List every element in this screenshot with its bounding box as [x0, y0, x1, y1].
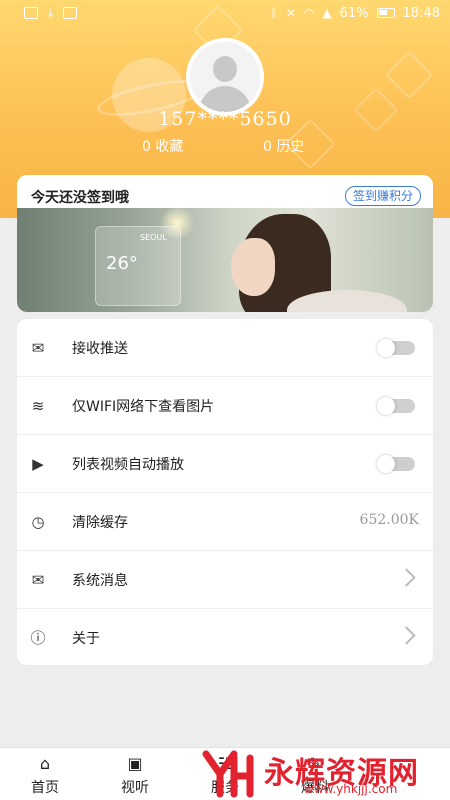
setting-label: 列表视频自动播放: [72, 457, 184, 473]
chevron-right-icon: [397, 626, 416, 645]
mute-icon: ✕: [285, 6, 296, 20]
clock-clean-icon: ◷: [31, 513, 45, 531]
banner-city: SEOUL: [140, 233, 167, 242]
weather-screen: SEOUL 26°: [95, 226, 181, 306]
banner-temperature: 26°: [106, 253, 138, 274]
bluetooth-icon: ᛒ: [270, 6, 278, 20]
tab-media[interactable]: ▣ 视听: [90, 748, 180, 800]
activity-icon: [63, 7, 78, 19]
avatar[interactable]: [186, 38, 264, 116]
promo-banner[interactable]: SEOUL 26°: [17, 208, 433, 312]
history-count[interactable]: 0 历史: [263, 136, 304, 156]
signal-icon: ▲: [322, 6, 332, 20]
settings-list: ✉ 接收推送 ≋ 仅WIFI网络下查看图片 ▶ 列表视频自动播放 ◷ 清除缓存 …: [17, 319, 433, 665]
status-bar: ⤓ ᛒ ✕ ◠ ▲ 61% 18:48: [0, 0, 450, 26]
setting-about[interactable]: ⓘ 关于: [17, 609, 433, 667]
clock: 18:48: [402, 5, 440, 21]
tab-home[interactable]: ⌂ 首页: [0, 748, 90, 800]
setting-autoplay[interactable]: ▶ 列表视频自动播放: [17, 435, 433, 493]
download-icon: ⤓: [48, 6, 54, 20]
header-decoration: [384, 50, 434, 100]
tab-label: 视听: [121, 780, 149, 796]
setting-label: 清除缓存: [72, 515, 128, 531]
mail-icon: ✉: [31, 571, 45, 589]
tv-icon: ▣: [127, 754, 143, 773]
wifi-images-toggle[interactable]: [377, 397, 415, 415]
gallery-icon: [24, 7, 38, 19]
push-toggle[interactable]: [377, 339, 415, 357]
autoplay-toggle[interactable]: [377, 455, 415, 473]
video-play-icon: ▶: [32, 455, 44, 473]
setting-clear-cache[interactable]: ◷ 清除缓存 652.00K: [17, 493, 433, 551]
favorites-count[interactable]: 0 收藏: [142, 136, 183, 156]
setting-label: 关于: [72, 631, 100, 647]
sign-in-card: 今天还没签到哦 签到赚积分 SEOUL 26°: [17, 175, 433, 312]
cache-size: 652.00K: [359, 512, 419, 528]
watermark-logo-icon: [202, 750, 254, 798]
info-icon: ⓘ: [30, 629, 46, 647]
battery-percent: 61%: [339, 5, 369, 21]
avatar-head: [213, 56, 237, 82]
setting-system-messages[interactable]: ✉ 系统消息: [17, 551, 433, 609]
chevron-right-icon: [397, 568, 416, 587]
envelope-push-icon: ✉: [31, 339, 45, 357]
toggle-knob: [377, 339, 395, 357]
setting-push[interactable]: ✉ 接收推送: [17, 319, 433, 377]
setting-label: 系统消息: [72, 573, 128, 589]
wifi-status-icon: ◠: [303, 6, 315, 20]
sign-in-title: 今天还没签到哦: [31, 190, 129, 206]
wifi-icon: ≋: [31, 397, 45, 415]
sign-in-button[interactable]: 签到赚积分: [344, 186, 421, 206]
tab-label: 首页: [31, 780, 59, 796]
toggle-knob: [377, 455, 395, 473]
battery-icon: [376, 8, 395, 18]
home-icon: ⌂: [39, 754, 51, 773]
watermark: 永辉资源网 www.yhkjjj.com: [198, 744, 438, 800]
banner-woman-face: [231, 238, 275, 296]
toggle-knob: [377, 397, 395, 415]
setting-label: 接收推送: [72, 341, 128, 357]
setting-label: 仅WIFI网络下查看图片: [72, 399, 215, 415]
setting-wifi-images[interactable]: ≋ 仅WIFI网络下查看图片: [17, 377, 433, 435]
user-phone: 157****5650: [158, 108, 292, 130]
watermark-url: www.yhkjjj.com: [304, 782, 398, 796]
